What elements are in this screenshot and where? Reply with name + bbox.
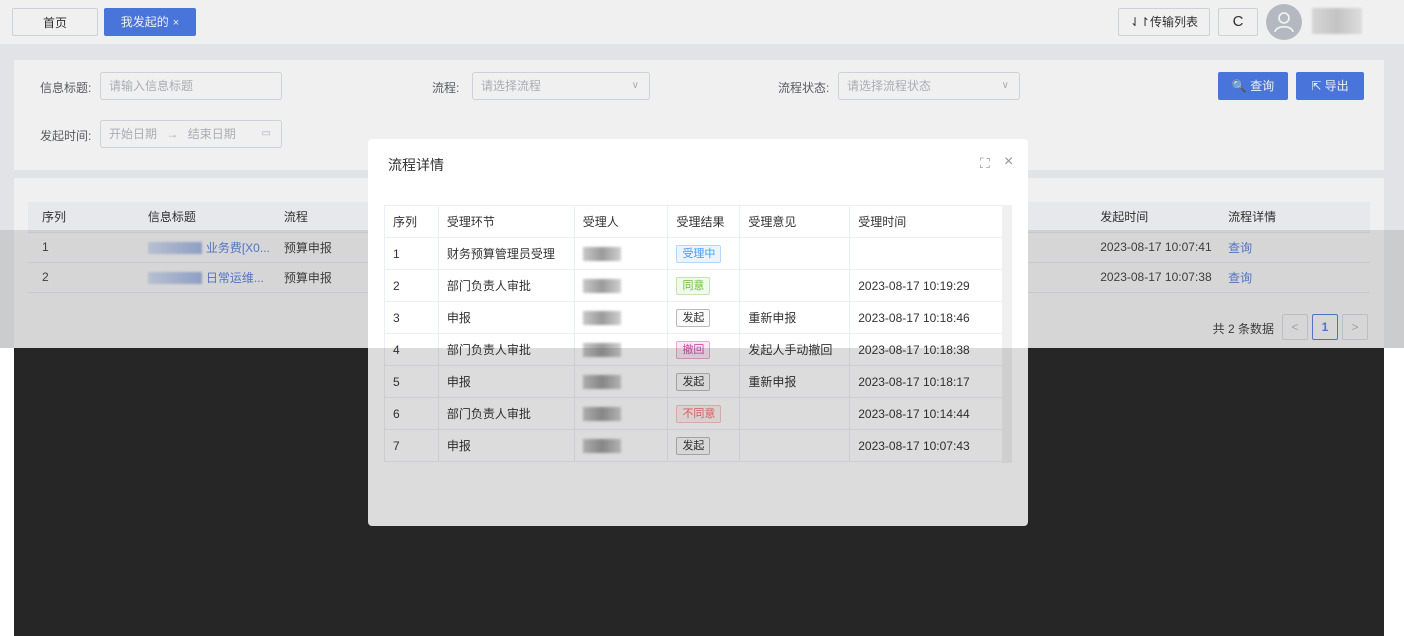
column-header: 序列	[384, 205, 439, 238]
cell-time: 2023-08-17 10:19:29	[849, 269, 1012, 302]
cell-handler	[573, 237, 669, 270]
modal-table-row: 6 部门负责人审批 不同意 2023-08-17 10:14:44	[384, 397, 1012, 430]
process-detail-table: 序列 受理环节 受理人 受理结果 受理意见 受理时间 1 财务预算管理员受理 受理中…	[384, 205, 1012, 462]
column-header: 受理结果	[667, 205, 741, 238]
cell-result: 发起	[667, 365, 741, 398]
cell-opinion	[739, 237, 851, 270]
modal-table-header-row: 序列 受理环节 受理人 受理结果 受理意见 受理时间	[384, 205, 1012, 238]
cell-handler	[573, 397, 669, 430]
process-detail-modal: 流程详情 ⛶ × 序列 受理环节 受理人 受理结果 受理意见 受理时间 1 财务预…	[368, 139, 1028, 526]
handler-blurred	[582, 374, 621, 389]
cell-index: 7	[384, 429, 439, 462]
result-tag: 受理中	[676, 244, 722, 263]
cell-step: 申报	[437, 365, 575, 398]
cell-index: 1	[384, 237, 439, 270]
cell-handler	[573, 301, 669, 334]
cell-step: 部门负责人审批	[437, 269, 575, 302]
close-icon[interactable]: ×	[1004, 153, 1013, 171]
cell-index: 6	[384, 397, 439, 430]
cell-step: 申报	[437, 429, 575, 462]
cell-opinion	[739, 397, 851, 430]
result-tag: 发起	[676, 436, 711, 455]
result-tag: 同意	[676, 276, 711, 295]
handler-blurred	[582, 438, 621, 453]
column-header: 受理人	[573, 205, 669, 238]
cell-time	[849, 237, 1012, 270]
fullscreen-icon[interactable]: ⛶	[980, 155, 990, 172]
cell-time: 2023-08-17 10:07:43	[849, 429, 1012, 462]
cell-handler	[573, 429, 669, 462]
cell-result: 受理中	[667, 237, 741, 270]
cell-step: 部门负责人审批	[437, 397, 575, 430]
cell-opinion: 重新申报	[739, 365, 851, 398]
cell-time: 2023-08-17 10:18:38	[849, 333, 1012, 366]
cell-index: 2	[384, 269, 439, 302]
cell-opinion	[739, 429, 851, 462]
handler-blurred	[582, 246, 621, 261]
cell-time: 2023-08-17 10:18:17	[849, 365, 1012, 398]
modal-table-row: 5 申报 发起 重新申报 2023-08-17 10:18:17	[384, 365, 1012, 398]
column-header: 受理意见	[739, 205, 851, 238]
result-tag: 不同意	[676, 404, 722, 423]
modal-table-row: 4 部门负责人审批 撤回 发起人手动撤回 2023-08-17 10:18:38	[384, 333, 1012, 366]
modal-table-row: 1 财务预算管理员受理 受理中	[384, 237, 1012, 270]
handler-blurred	[582, 406, 621, 421]
cell-result: 不同意	[667, 397, 741, 430]
column-header: 受理时间	[849, 205, 1012, 238]
cell-time: 2023-08-17 10:18:46	[849, 301, 1012, 334]
cell-step: 申报	[437, 301, 575, 334]
cell-handler	[573, 269, 669, 302]
cell-index: 5	[384, 365, 439, 398]
handler-blurred	[582, 310, 621, 325]
modal-table-row: 3 申报 发起 重新申报 2023-08-17 10:18:46	[384, 301, 1012, 334]
result-tag: 发起	[676, 308, 711, 327]
cell-opinion: 发起人手动撤回	[739, 333, 851, 366]
column-header: 受理环节	[437, 205, 575, 238]
cell-step: 部门负责人审批	[437, 333, 575, 366]
handler-blurred	[582, 278, 621, 293]
cell-step: 财务预算管理员受理	[437, 237, 575, 270]
backdrop-right-edge	[1384, 348, 1404, 636]
cell-result: 发起	[667, 429, 741, 462]
modal-table-row: 2 部门负责人审批 同意 2023-08-17 10:19:29	[384, 269, 1012, 302]
backdrop-left-edge	[0, 348, 14, 636]
modal-title: 流程详情	[388, 157, 444, 173]
cell-result: 撤回	[667, 333, 741, 366]
cell-result: 发起	[667, 301, 741, 334]
cell-result: 同意	[667, 269, 741, 302]
modal-scrollbar[interactable]	[1002, 205, 1012, 463]
cell-index: 4	[384, 333, 439, 366]
result-tag: 撤回	[676, 340, 711, 359]
handler-blurred	[582, 342, 621, 357]
cell-handler	[573, 365, 669, 398]
cell-opinion	[739, 269, 851, 302]
modal-table-row: 7 申报 发起 2023-08-17 10:07:43	[384, 429, 1012, 462]
cell-handler	[573, 333, 669, 366]
cell-time: 2023-08-17 10:14:44	[849, 397, 1012, 430]
cell-opinion: 重新申报	[739, 301, 851, 334]
cell-index: 3	[384, 301, 439, 334]
result-tag: 发起	[676, 372, 711, 391]
